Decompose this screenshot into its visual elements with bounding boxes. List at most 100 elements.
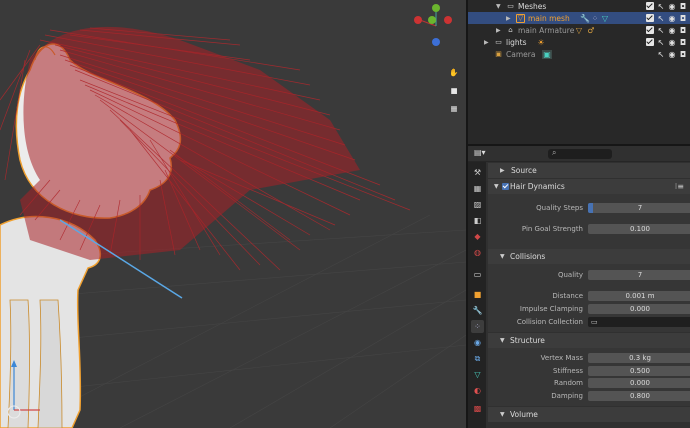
quality-steps-row: Quality Steps 7 <box>488 203 690 214</box>
hair-dynamics-checkbox[interactable] <box>502 183 509 190</box>
collection-tab-icon[interactable]: ▭ <box>471 268 484 281</box>
pin-goal-field[interactable]: 0.100 <box>588 224 690 234</box>
editor-type-icon[interactable]: ▤▾ <box>474 148 486 157</box>
field-label: Quality <box>557 271 583 279</box>
collection-icon: ▭ <box>591 318 598 326</box>
exclude-checkbox[interactable] <box>646 2 654 10</box>
data-tab-icon[interactable]: ▽ <box>471 368 484 381</box>
view-layer-tab-icon[interactable]: ◧ <box>471 214 484 227</box>
quality-steps-slider[interactable]: 7 <box>588 203 690 213</box>
expanded-arrow-icon: ▼ <box>500 253 505 260</box>
pose-icon[interactable]: ▽ <box>574 26 584 35</box>
light-icon[interactable]: ☀ <box>536 38 546 47</box>
modifier-tab-icon[interactable]: 🔧 <box>471 304 484 317</box>
output-tab-icon[interactable]: ▨ <box>471 198 484 211</box>
outliner[interactable]: ▼ ▭ Meshes ↖ ◉ ◘ ▶ ▽ main mesh 🔧 ⁘ ▽ ↖ ◉… <box>468 0 690 144</box>
mesh-object-icon: ▽ <box>516 13 525 23</box>
properties-tabs: ⚒ ▦ ▨ ◧ ◆ ◍ ▭ ■ 🔧 ⁘ ◉ ⧉ ▽ ◐ ▩ <box>468 162 486 428</box>
collision-collection-row: Collision Collection ▭ <box>488 317 690 328</box>
distance-field[interactable]: 0.001 m <box>588 291 690 301</box>
panel-body-collisions: Quality 7 Distance 0.001 m Impulse Clamp… <box>488 264 690 332</box>
expand-right-icon[interactable]: ▶ <box>496 27 501 34</box>
expanded-arrow-icon: ▼ <box>500 337 505 344</box>
armature-object-icon: ⌂ <box>508 26 513 34</box>
properties-editor[interactable]: ▤▾ ⌕ ⚒ ▦ ▨ ◧ ◆ ◍ ▭ ■ 🔧 ⁘ ◉ ⧉ ▽ ◐ ▩ ▶ Sou… <box>468 146 690 428</box>
panel-header-collisions[interactable]: ▼ Collisions <box>488 249 690 264</box>
camera-render-icon[interactable]: ◘ <box>678 2 688 11</box>
outliner-label: Camera <box>506 49 536 59</box>
panel-header-source[interactable]: ▶ Source <box>488 163 690 178</box>
quality-field[interactable]: 7 <box>588 270 690 280</box>
constraints-tab-icon[interactable]: ⧉ <box>471 352 484 365</box>
search-field[interactable]: ⌕ <box>548 148 612 159</box>
slider-fill <box>588 203 594 213</box>
render-tab-icon[interactable]: ▦ <box>471 182 484 195</box>
navigation-gizmo[interactable] <box>410 4 462 48</box>
panel-header-hair-dynamics[interactable]: ▼ Hair Dynamics ⁝≡ <box>488 179 690 194</box>
camera-render-icon[interactable]: ◘ <box>678 14 688 23</box>
modifier-wrench-icon[interactable]: 🔧 <box>580 14 590 23</box>
camera-data-icon[interactable]: ▣ <box>542 49 552 59</box>
expand-right-icon[interactable]: ▶ <box>506 15 511 22</box>
particles-icon[interactable]: ⁘ <box>590 14 600 23</box>
camera-view-icon[interactable]: ■ <box>444 80 464 100</box>
panel-header-volume[interactable]: ▼ Volume <box>488 407 690 422</box>
field-label: Pin Goal Strength <box>521 225 583 233</box>
eye-icon[interactable]: ◉ <box>667 14 677 23</box>
scene-tab-icon[interactable]: ◆ <box>471 230 484 243</box>
damping-row: Damping 0.800 <box>488 391 690 402</box>
world-tab-icon[interactable]: ◍ <box>471 246 484 259</box>
object-tab-icon[interactable]: ■ <box>471 288 484 301</box>
select-arrow-icon[interactable]: ↖ <box>656 14 666 23</box>
eye-icon[interactable]: ◉ <box>667 26 677 35</box>
field-label: Vertex Mass <box>540 354 583 362</box>
expanded-arrow-icon: ▼ <box>494 183 499 190</box>
armature-data-icon[interactable]: ♂ <box>586 26 596 35</box>
exclude-checkbox[interactable] <box>646 14 654 22</box>
expand-down-icon[interactable]: ▼ <box>496 3 501 10</box>
camera-render-icon[interactable]: ◘ <box>678 50 688 59</box>
vertex-mass-field[interactable]: 0.3 kg <box>588 353 690 363</box>
collection-icon: ▭ <box>507 2 514 10</box>
tool-tab-icon[interactable]: ⚒ <box>471 166 484 179</box>
physics-tab-icon[interactable]: ◉ <box>471 336 484 349</box>
texture-tab-icon[interactable]: ▩ <box>471 402 484 415</box>
expanded-arrow-icon: ▼ <box>500 411 505 418</box>
panel-title: Collisions <box>510 252 546 261</box>
select-arrow-icon[interactable]: ↖ <box>656 2 666 11</box>
random-field[interactable]: 0.000 <box>588 378 690 388</box>
eye-icon[interactable]: ◉ <box>667 2 677 11</box>
eye-icon[interactable]: ◉ <box>667 38 677 47</box>
outliner-label: lights <box>506 37 527 47</box>
outliner-label: Meshes <box>518 1 547 11</box>
outliner-row-main-armature[interactable]: ▶ ⌂ main Armature ▽ ♂ ↖ ◉ ◘ <box>468 24 690 36</box>
camera-render-icon[interactable]: ◘ <box>678 38 688 47</box>
outliner-label: main mesh <box>528 13 570 23</box>
particles-tab-icon[interactable]: ⁘ <box>471 320 484 333</box>
viewport-scene[interactable] <box>0 0 466 428</box>
expand-right-icon[interactable]: ▶ <box>484 39 489 46</box>
damping-field[interactable]: 0.800 <box>588 391 690 401</box>
camera-render-icon[interactable]: ◘ <box>678 26 688 35</box>
outliner-row-camera[interactable]: ▣ Camera ▣ ↖ ◉ ◘ <box>468 48 690 60</box>
material-tab-icon[interactable]: ◐ <box>471 384 484 397</box>
eye-icon[interactable]: ◉ <box>667 50 677 59</box>
select-arrow-icon[interactable]: ↖ <box>656 38 666 47</box>
outliner-row-meshes[interactable]: ▼ ▭ Meshes ↖ ◉ ◘ <box>468 0 690 12</box>
select-arrow-icon[interactable]: ↖ <box>656 26 666 35</box>
3d-viewport[interactable]: ✋ ■ ▦ <box>0 0 466 428</box>
list-icon[interactable]: ⁝≡ <box>675 182 684 191</box>
outliner-row-lights[interactable]: ▶ ▭ lights ☀ ↖ ◉ ◘ <box>468 36 690 48</box>
stiffness-field[interactable]: 0.500 <box>588 366 690 376</box>
select-arrow-icon[interactable]: ↖ <box>656 50 666 59</box>
grid-ortho-icon[interactable]: ▦ <box>444 98 464 118</box>
outliner-row-main-mesh[interactable]: ▶ ▽ main mesh 🔧 ⁘ ▽ ↖ ◉ ◘ <box>468 12 690 24</box>
exclude-checkbox[interactable] <box>646 38 654 46</box>
exclude-checkbox[interactable] <box>646 26 654 34</box>
impulse-clamping-field[interactable]: 0.000 <box>588 304 690 314</box>
collision-collection-field[interactable]: ▭ <box>588 317 690 327</box>
pan-hand-icon[interactable]: ✋ <box>444 62 464 82</box>
mesh-data-icon[interactable]: ▽ <box>600 14 610 23</box>
panel-header-structure[interactable]: ▼ Structure <box>488 333 690 348</box>
vertex-mass-row: Vertex Mass 0.3 kg <box>488 353 690 364</box>
